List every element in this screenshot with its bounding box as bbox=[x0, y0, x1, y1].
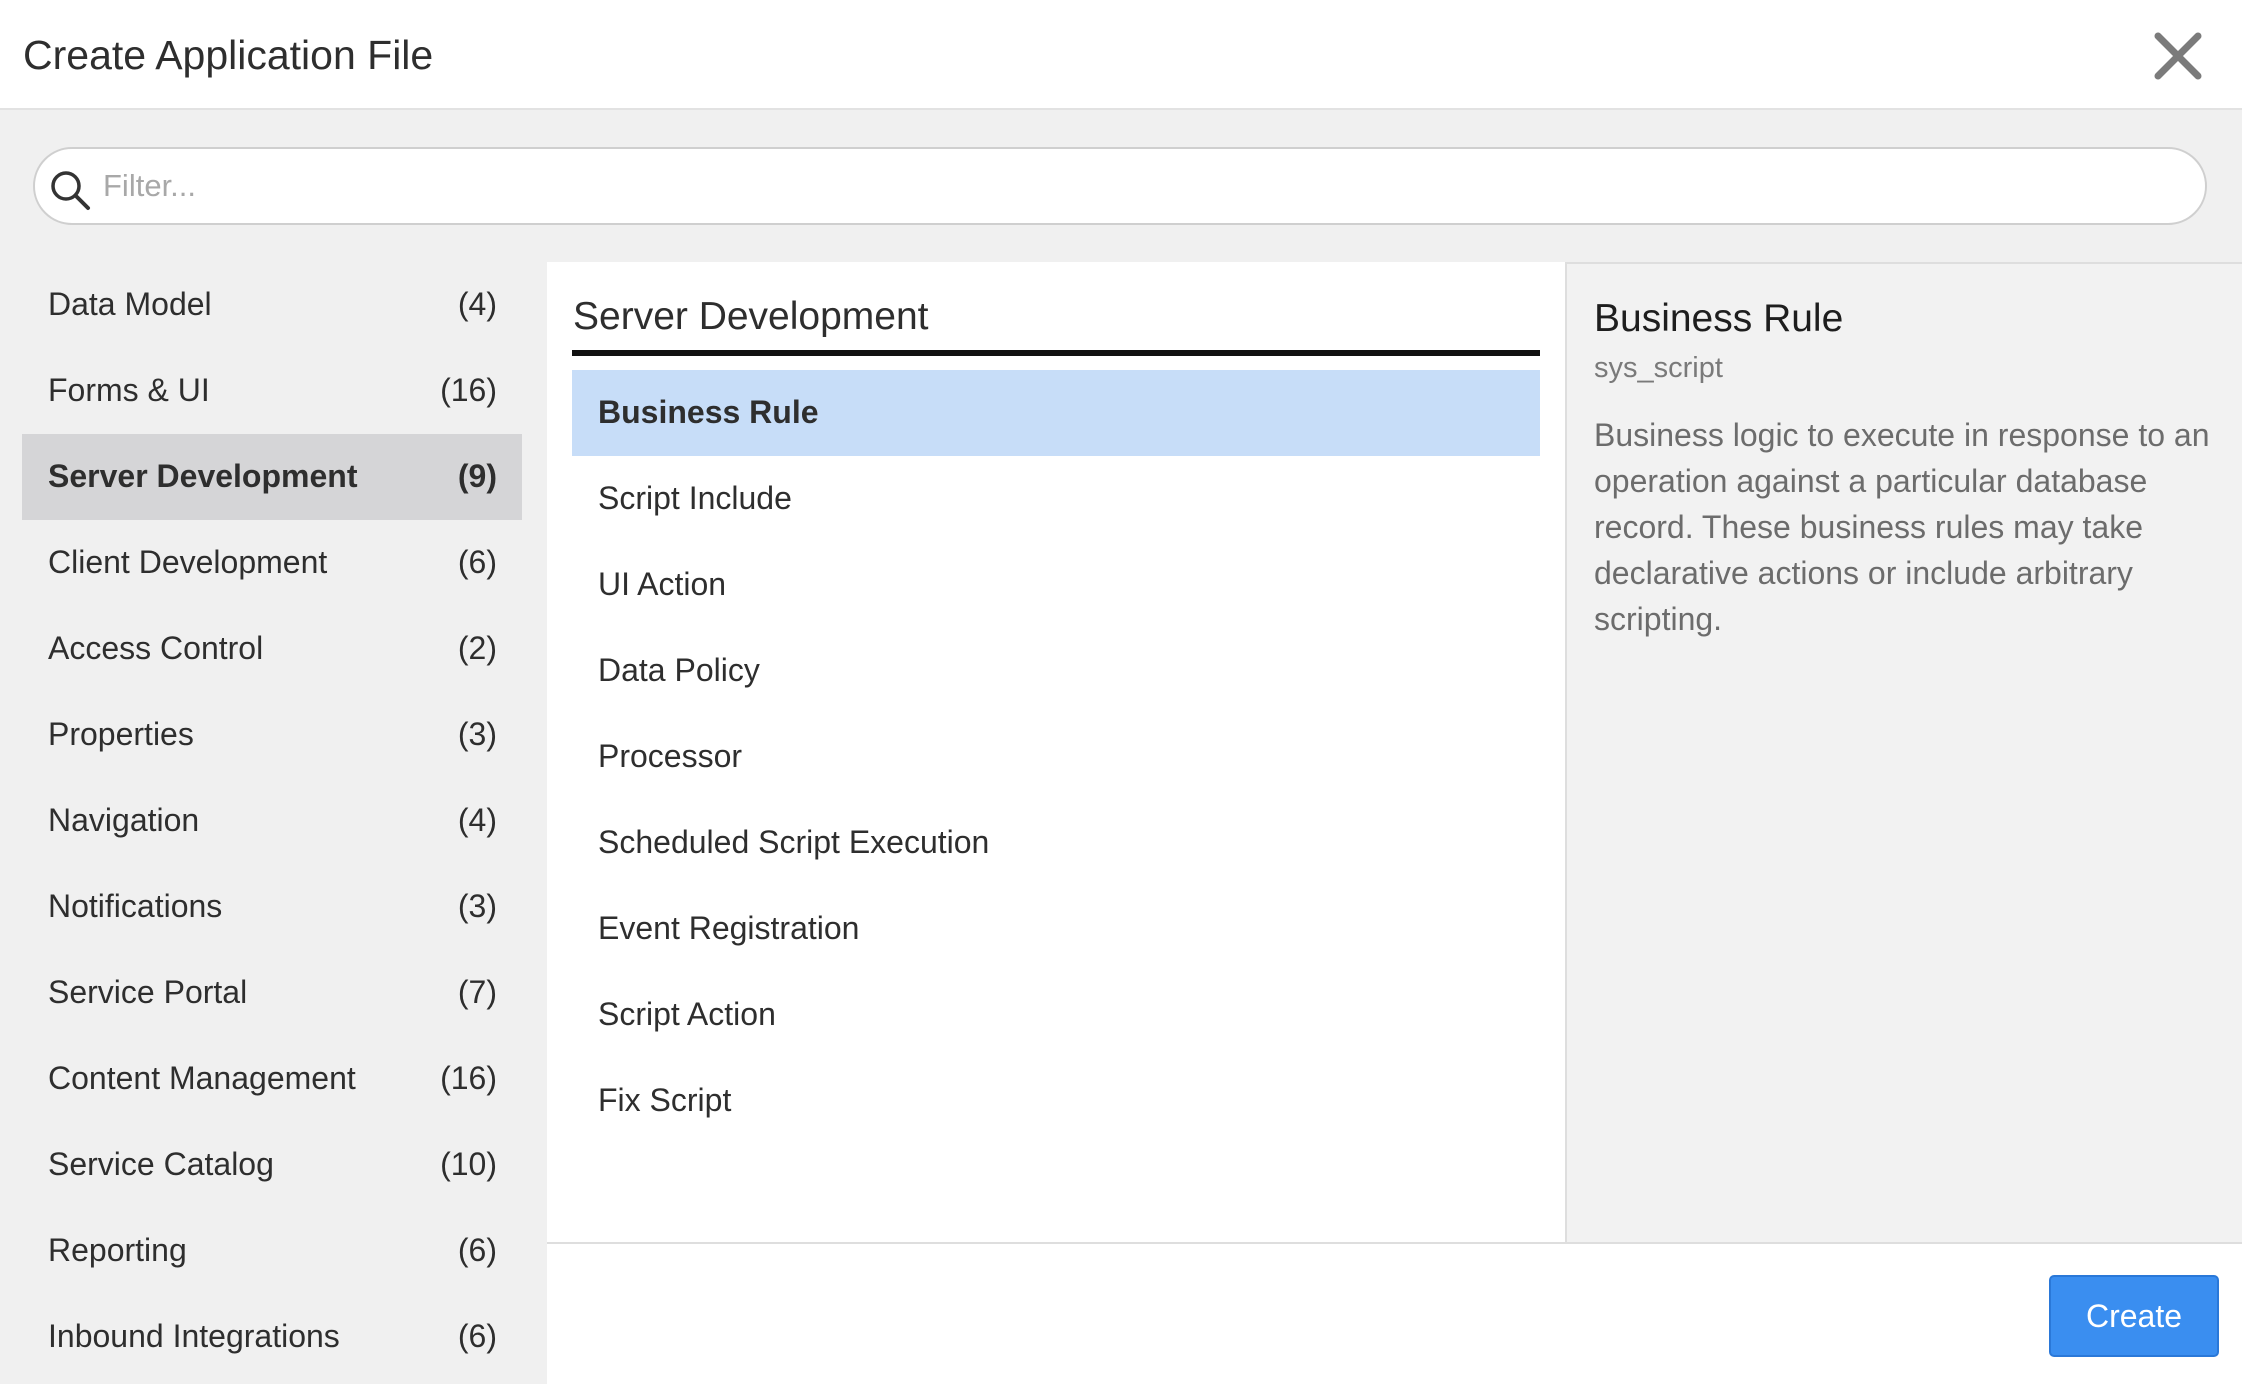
file-type-panel: Server Development Business Rule Script … bbox=[547, 262, 1565, 1242]
panel-title: Server Development bbox=[573, 295, 929, 338]
category-count: (16) bbox=[440, 372, 497, 408]
category-label: Service Portal bbox=[48, 974, 248, 1010]
category-count: (6) bbox=[457, 1232, 497, 1268]
file-type-label: Script Include bbox=[598, 480, 792, 516]
file-type-label: Fix Script bbox=[598, 1082, 732, 1118]
file-type-business-rule[interactable]: Business Rule bbox=[572, 370, 1540, 456]
category-label: Navigation bbox=[48, 802, 200, 838]
detail-table-name: sys_script bbox=[1594, 352, 1723, 384]
category-client-development[interactable]: Client Development (6) bbox=[22, 520, 522, 606]
category-count: (2) bbox=[457, 630, 497, 666]
category-label: Server Development bbox=[48, 458, 358, 494]
category-count: (6) bbox=[457, 1318, 497, 1354]
category-count: (3) bbox=[457, 888, 497, 924]
detail-description: Business logic to execute in response to… bbox=[1594, 417, 2210, 637]
detail-title: Business Rule bbox=[1594, 297, 1844, 340]
dialog-title: Create Application File bbox=[23, 32, 434, 78]
file-type-label: UI Action bbox=[598, 566, 727, 602]
category-count: (3) bbox=[457, 716, 497, 752]
category-service-portal[interactable]: Service Portal (7) bbox=[22, 950, 522, 1036]
category-count: (4) bbox=[457, 802, 497, 838]
category-reporting[interactable]: Reporting (6) bbox=[22, 1208, 522, 1294]
file-type-script-action[interactable]: Script Action bbox=[572, 972, 1540, 1058]
category-label: Inbound Integrations bbox=[48, 1318, 340, 1354]
filter-input[interactable] bbox=[103, 157, 2183, 215]
category-list: Data Model (4) Forms & UI (16) Server De… bbox=[22, 262, 522, 1380]
category-properties[interactable]: Properties (3) bbox=[22, 692, 522, 778]
category-access-control[interactable]: Access Control (2) bbox=[22, 606, 522, 692]
category-label: Data Model bbox=[48, 286, 212, 322]
category-label: Properties bbox=[48, 716, 194, 752]
file-type-ui-action[interactable]: UI Action bbox=[572, 542, 1540, 628]
category-count: (9) bbox=[457, 458, 497, 494]
file-type-fix-script[interactable]: Fix Script bbox=[572, 1058, 1540, 1144]
file-type-label: Script Action bbox=[598, 996, 776, 1032]
category-label: Service Catalog bbox=[48, 1146, 274, 1182]
category-label: Notifications bbox=[48, 888, 223, 924]
category-data-model[interactable]: Data Model (4) bbox=[22, 262, 522, 348]
dialog-header: Create Application File bbox=[0, 0, 2242, 110]
category-label: Access Control bbox=[48, 630, 264, 666]
file-type-processor[interactable]: Processor bbox=[572, 714, 1540, 800]
category-label: Forms & UI bbox=[48, 372, 210, 408]
category-count: (4) bbox=[457, 286, 497, 322]
category-server-development[interactable]: Server Development (9) bbox=[22, 434, 522, 520]
category-service-catalog[interactable]: Service Catalog (10) bbox=[22, 1122, 522, 1208]
category-inbound-integrations[interactable]: Inbound Integrations (6) bbox=[22, 1294, 522, 1380]
detail-panel: Business Rule sys_script Business logic … bbox=[1565, 262, 2242, 1242]
file-type-label: Processor bbox=[598, 738, 743, 774]
create-button[interactable]: Create bbox=[2049, 1275, 2219, 1357]
category-label: Client Development bbox=[48, 544, 328, 580]
file-type-scheduled-script-execution[interactable]: Scheduled Script Execution bbox=[572, 800, 1540, 886]
create-application-file-dialog: Create Application File Data Model (4) F… bbox=[0, 0, 2242, 1384]
category-notifications[interactable]: Notifications (3) bbox=[22, 864, 522, 950]
file-type-event-registration[interactable]: Event Registration bbox=[572, 886, 1540, 972]
file-type-data-policy[interactable]: Data Policy bbox=[572, 628, 1540, 714]
close-icon bbox=[2154, 32, 2202, 80]
category-count: (10) bbox=[440, 1146, 497, 1182]
dialog-footer: Create bbox=[547, 1242, 2242, 1384]
category-count: (16) bbox=[440, 1060, 497, 1096]
filter-box bbox=[33, 147, 2207, 225]
category-content-management[interactable]: Content Management (16) bbox=[22, 1036, 522, 1122]
close-button[interactable] bbox=[2152, 30, 2204, 82]
category-count: (6) bbox=[457, 544, 497, 580]
file-type-list: Business Rule Script Include UI Action D… bbox=[572, 370, 1540, 1144]
file-type-label: Scheduled Script Execution bbox=[598, 824, 990, 860]
search-icon bbox=[51, 171, 90, 210]
category-count: (7) bbox=[457, 974, 497, 1010]
category-label: Content Management bbox=[48, 1060, 356, 1096]
file-type-label: Data Policy bbox=[598, 652, 760, 688]
title-divider bbox=[572, 350, 1540, 356]
file-type-label: Business Rule bbox=[598, 394, 819, 430]
category-label: Reporting bbox=[48, 1232, 187, 1268]
file-type-label: Event Registration bbox=[598, 910, 860, 946]
category-forms-ui[interactable]: Forms & UI (16) bbox=[22, 348, 522, 434]
category-navigation[interactable]: Navigation (4) bbox=[22, 778, 522, 864]
file-type-script-include[interactable]: Script Include bbox=[572, 456, 1540, 542]
